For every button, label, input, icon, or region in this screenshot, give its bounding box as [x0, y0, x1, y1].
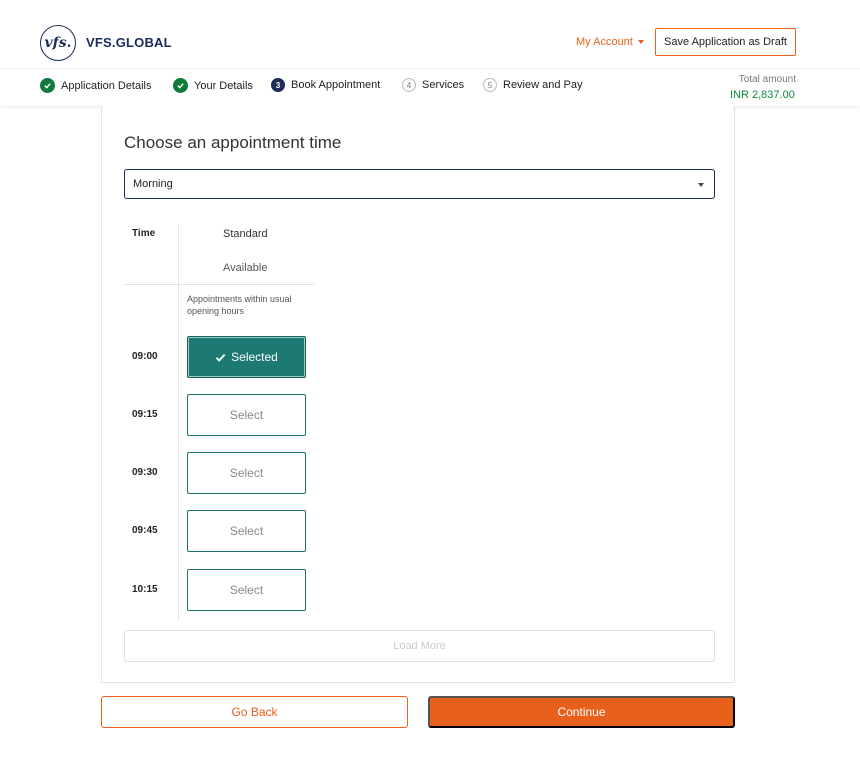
time-period-value: Morning — [133, 178, 173, 190]
logo-mark: vfs. — [44, 35, 72, 51]
page-title: Choose an appointment time — [124, 133, 342, 152]
step-label: Your Details — [194, 79, 253, 92]
save-draft-button[interactable]: Save Application as Draft — [655, 28, 796, 56]
step-label: Review and Pay — [503, 79, 583, 91]
slot-select-button[interactable]: Select — [187, 394, 306, 436]
total-amount-label: Total amount — [738, 74, 796, 85]
slot-button-label: Selected — [231, 350, 278, 364]
my-account-label: My Account — [576, 36, 633, 48]
slot-button-selected[interactable]: Selected — [187, 336, 306, 378]
column-header-standard: Standard — [223, 228, 268, 240]
vfs-logo-icon[interactable]: vfs. — [40, 25, 76, 61]
step-services: 4 Services — [402, 78, 464, 92]
check-circle-icon — [40, 78, 55, 93]
load-more-button[interactable]: Load More — [124, 630, 715, 662]
slot-select-button[interactable]: Select — [187, 452, 306, 494]
step-your-details[interactable]: Your Details — [173, 78, 253, 93]
column-header-time: Time — [132, 228, 156, 239]
progress-stepper: Application Details Your Details 3 Book … — [0, 68, 860, 106]
slot-time: 09:00 — [132, 351, 158, 362]
top-header: vfs. VFS.GLOBAL My Account Save Applicat… — [0, 0, 860, 68]
my-account-menu[interactable]: My Account — [576, 36, 644, 48]
step-label: Application Details — [61, 79, 152, 92]
slot-time: 09:45 — [132, 525, 158, 536]
slot-time: 10:15 — [132, 584, 158, 595]
continue-button[interactable]: Continue — [428, 696, 735, 728]
slot-time: 09:15 — [132, 409, 158, 420]
step-number-badge: 5 — [483, 78, 497, 92]
step-application-details[interactable]: Application Details — [40, 78, 152, 93]
column-header-available: Available — [223, 262, 268, 274]
slot-select-button[interactable]: Select — [187, 510, 306, 552]
total-amount-value: INR 2,837.00 — [730, 89, 795, 101]
step-label: Services — [422, 79, 465, 91]
slot-time: 09:30 — [132, 467, 158, 478]
logo-text[interactable]: VFS.GLOBAL — [86, 35, 172, 50]
step-book-appointment[interactable]: 3 Book Appointment — [271, 78, 380, 92]
step-label: Book Appointment — [291, 79, 381, 91]
step-number-badge: 4 — [402, 78, 416, 92]
step-review-and-pay: 5 Review and Pay — [483, 78, 583, 92]
check-circle-icon — [173, 78, 188, 93]
go-back-button[interactable]: Go Back — [101, 696, 408, 728]
appointment-card: Choose an appointment time Morning Time … — [101, 106, 735, 683]
step-number-badge: 3 — [271, 78, 285, 92]
time-period-select[interactable]: Morning — [124, 169, 715, 199]
checkmark-icon — [215, 353, 226, 362]
chevron-down-icon — [698, 183, 704, 187]
slot-select-button[interactable]: Select — [187, 569, 306, 611]
caret-down-icon — [637, 40, 644, 44]
opening-hours-note: Appointments within usual opening hours — [187, 294, 292, 316]
table-divider-horizontal — [124, 284, 314, 285]
